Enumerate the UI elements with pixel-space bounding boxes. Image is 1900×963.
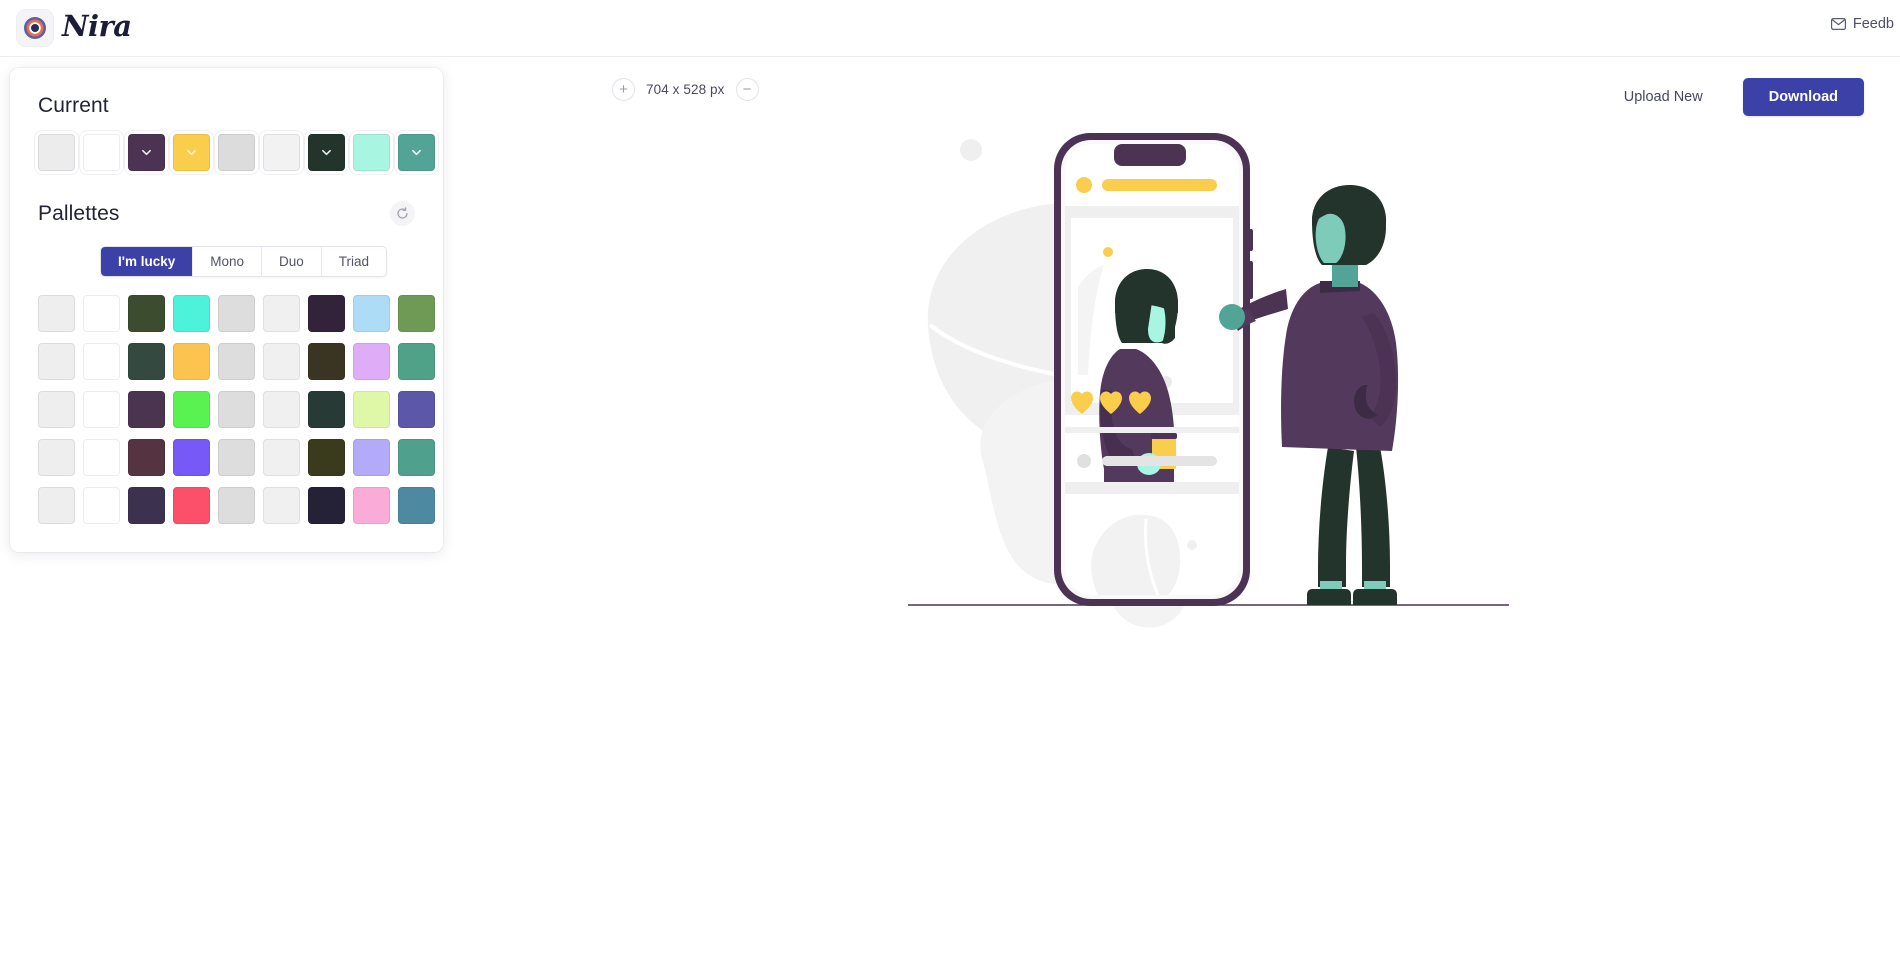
screen-row-bar <box>1102 456 1217 466</box>
palette-swatch-3-6[interactable] <box>308 439 345 476</box>
palette-swatch-3-0[interactable] <box>38 439 75 476</box>
palette-row[interactable] <box>38 295 435 332</box>
palette-mode-tabs: I'm lucky Mono Duo Triad <box>100 246 388 277</box>
tab-i-m-lucky[interactable]: I'm lucky <box>101 247 194 276</box>
current-swatch-0[interactable] <box>38 134 75 171</box>
palette-swatch-1-4[interactable] <box>218 343 255 380</box>
canvas-dimensions: 704 x 528 px <box>646 82 725 97</box>
tab-triad[interactable]: Triad <box>321 247 387 276</box>
palette-swatch-3-4[interactable] <box>218 439 255 476</box>
palette-swatch-4-3[interactable] <box>173 487 210 524</box>
chevron-down-icon <box>412 149 421 156</box>
current-swatch-2[interactable] <box>128 134 165 171</box>
palette-swatch-2-0[interactable] <box>38 391 75 428</box>
zoom-controls: + 704 x 528 px − <box>612 78 759 101</box>
palette-swatch-2-3[interactable] <box>173 391 210 428</box>
current-swatch-6[interactable] <box>308 134 345 171</box>
current-swatch-3[interactable] <box>173 134 210 171</box>
chevron-down-icon <box>142 149 151 156</box>
palette-swatch-1-8[interactable] <box>398 343 435 380</box>
palettes-section-header: Pallettes <box>38 201 415 226</box>
chevron-down-icon <box>187 149 196 156</box>
palette-swatch-1-0[interactable] <box>38 343 75 380</box>
screen-avatar-dot <box>1076 177 1092 193</box>
canvas-area <box>443 57 1900 963</box>
palette-swatch-2-6[interactable] <box>308 391 345 428</box>
color-panel: Current Pallettes I'm lucky Mono Duo Triad <box>10 68 443 552</box>
palette-swatch-0-3[interactable] <box>173 295 210 332</box>
palette-swatch-2-8[interactable] <box>398 391 435 428</box>
palette-swatch-0-6[interactable] <box>308 295 345 332</box>
palette-swatch-0-1[interactable] <box>83 295 120 332</box>
palette-swatch-1-3[interactable] <box>173 343 210 380</box>
palette-row[interactable] <box>38 439 435 476</box>
hearts-row <box>1071 391 1151 414</box>
palette-swatch-1-7[interactable] <box>353 343 390 380</box>
palette-swatch-0-0[interactable] <box>38 295 75 332</box>
palette-row[interactable] <box>38 391 435 428</box>
envelope-icon <box>1830 18 1846 30</box>
palette-swatch-0-7[interactable] <box>353 295 390 332</box>
palette-swatch-3-3[interactable] <box>173 439 210 476</box>
palette-swatch-4-7[interactable] <box>353 487 390 524</box>
current-swatch-5[interactable] <box>263 134 300 171</box>
top-actions: Upload New Download <box>1618 78 1864 116</box>
tab-duo[interactable]: Duo <box>262 247 322 276</box>
palette-swatch-1-6[interactable] <box>308 343 345 380</box>
palette-row[interactable] <box>38 487 435 524</box>
palette-swatch-3-5[interactable] <box>263 439 300 476</box>
zoom-out-button[interactable]: − <box>735 78 759 101</box>
refresh-icon[interactable] <box>390 201 415 226</box>
current-swatch-1[interactable] <box>83 134 120 171</box>
palette-swatch-4-2[interactable] <box>128 487 165 524</box>
palette-swatch-3-7[interactable] <box>353 439 390 476</box>
palette-swatch-3-2[interactable] <box>128 439 165 476</box>
tab-mono[interactable]: Mono <box>193 247 263 276</box>
palette-swatch-2-1[interactable] <box>83 391 120 428</box>
palette-swatch-1-5[interactable] <box>263 343 300 380</box>
palette-swatch-0-4[interactable] <box>218 295 255 332</box>
palette-swatch-1-1[interactable] <box>83 343 120 380</box>
palette-grid <box>38 295 435 524</box>
upload-new-button[interactable]: Upload New <box>1618 88 1709 106</box>
current-swatch-8[interactable] <box>398 134 435 171</box>
palette-swatch-3-1[interactable] <box>83 439 120 476</box>
download-button[interactable]: Download <box>1742 78 1864 116</box>
palette-swatch-2-4[interactable] <box>218 391 255 428</box>
feedback-button[interactable]: Feedb <box>1830 16 1894 32</box>
palette-swatch-4-0[interactable] <box>38 487 75 524</box>
brand-name: Nira <box>62 9 132 43</box>
target-circle-icon <box>17 10 53 46</box>
palette-swatch-0-2[interactable] <box>128 295 165 332</box>
palette-swatch-1-2[interactable] <box>128 343 165 380</box>
screen-title-bar <box>1102 179 1217 191</box>
palette-swatch-4-5[interactable] <box>263 487 300 524</box>
palette-swatch-0-5[interactable] <box>263 295 300 332</box>
phone-mockup <box>1054 133 1253 606</box>
zoom-in-button[interactable]: + <box>612 78 635 101</box>
current-swatch-row <box>38 134 435 171</box>
brand-logo[interactable]: Nira <box>17 10 132 46</box>
palettes-section-title: Pallettes <box>38 201 120 225</box>
palette-swatch-2-7[interactable] <box>353 391 390 428</box>
top-bar: Nira Feedb <box>0 0 1900 57</box>
palette-swatch-2-5[interactable] <box>263 391 300 428</box>
palette-swatch-4-6[interactable] <box>308 487 345 524</box>
palette-swatch-4-8[interactable] <box>398 487 435 524</box>
palette-swatch-4-1[interactable] <box>83 487 120 524</box>
palette-swatch-4-4[interactable] <box>218 487 255 524</box>
current-section-title: Current <box>38 94 109 117</box>
phone-and-person-illustration[interactable] <box>908 117 1612 645</box>
current-swatch-7[interactable] <box>353 134 390 171</box>
feedback-label: Feedb <box>1852 16 1894 32</box>
palette-swatch-3-8[interactable] <box>398 439 435 476</box>
palette-swatch-2-2[interactable] <box>128 391 165 428</box>
palette-swatch-0-8[interactable] <box>398 295 435 332</box>
current-swatch-4[interactable] <box>218 134 255 171</box>
screen-row-avatar <box>1077 454 1091 468</box>
chevron-down-icon <box>322 149 331 156</box>
palette-row[interactable] <box>38 343 435 380</box>
